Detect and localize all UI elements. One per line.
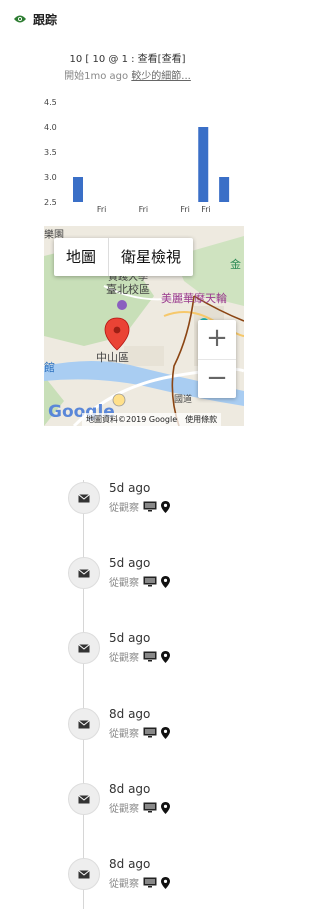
timeline-event[interactable]: 8d ago 從觀察 (68, 782, 248, 843)
map-attribution: 地圖資料©2019 Google 使用條款 (82, 413, 222, 426)
zoom-out-button[interactable]: − (198, 360, 236, 399)
x-tick-label: Fri (201, 205, 211, 214)
desktop-icon (143, 802, 157, 813)
event-source: 從觀察 (109, 574, 170, 589)
map-data-credit: 地圖資料©2019 Google (86, 415, 178, 424)
event-time: 5d ago (109, 556, 151, 570)
summary-since-text: 開始1mo ago (64, 71, 132, 82)
event-time: 8d ago (109, 782, 151, 796)
location-pin-icon (161, 801, 170, 814)
desktop-icon (143, 501, 157, 512)
event-source-text: 從觀察 (109, 578, 139, 589)
event-time: 8d ago (109, 857, 151, 871)
zoom-control: + − (198, 320, 236, 398)
event-source: 從觀察 (109, 725, 170, 740)
y-tick-label: 3.0 (44, 173, 57, 182)
envelope-icon (68, 708, 100, 740)
zoom-in-button[interactable]: + (198, 320, 236, 360)
location-pin-icon (161, 726, 170, 739)
chart-bar (198, 127, 209, 202)
eye-icon (14, 15, 26, 23)
location-pin-icon (161, 575, 170, 588)
header-title: 跟踪 (33, 12, 58, 27)
tracking-header: 跟踪 (14, 10, 57, 28)
map-label-district: 中山區 (96, 351, 129, 364)
desktop-icon (143, 877, 157, 888)
desktop-icon (143, 576, 157, 587)
map-type-control: 地圖 衛星檢視 (54, 238, 194, 276)
timeline-event[interactable]: 5d ago 從觀察 (68, 556, 248, 617)
timeline-event[interactable]: 8d ago 從觀察 (68, 707, 248, 768)
x-tick-label: Fri (180, 205, 190, 214)
satellite-view-button[interactable]: 衛星檢視 (108, 238, 193, 276)
envelope-icon (68, 557, 100, 589)
x-tick-label: Fri (139, 205, 149, 214)
y-tick-label: 4.0 (44, 123, 57, 132)
envelope-icon (68, 783, 100, 815)
event-source: 從觀察 (109, 800, 170, 815)
event-source-text: 從觀察 (109, 503, 139, 514)
location-pin-icon (161, 500, 170, 513)
event-time: 8d ago (109, 707, 151, 721)
event-time: 5d ago (109, 631, 151, 645)
map-label-school: 臺北校區 (106, 283, 150, 296)
timeline-line (83, 480, 84, 909)
y-tick-label: 2.5 (44, 198, 57, 207)
map-label-road: 國道 (174, 395, 193, 405)
chart-bar (219, 177, 230, 202)
terms-link[interactable]: 使用條款 (185, 415, 217, 424)
map-label-right: 金 (230, 258, 241, 271)
event-source: 從觀察 (109, 499, 170, 514)
chart-bar (73, 177, 83, 202)
desktop-icon (143, 651, 157, 662)
event-source-text: 從觀察 (109, 653, 139, 664)
desktop-icon (143, 727, 157, 738)
envelope-icon (68, 482, 100, 514)
envelope-icon (68, 632, 100, 664)
location-pin-icon (161, 876, 170, 889)
y-tick-label: 4.5 (44, 98, 57, 107)
location-map[interactable]: 貫踐大學 臺北校區 美麗華摩天輪 中山區 館 樂園 金 國道 Google 地圖… (44, 226, 244, 426)
timeline-event[interactable]: 8d ago 從觀察 (68, 857, 248, 918)
event-source-text: 從觀察 (109, 729, 139, 740)
timeline-event[interactable]: 5d ago 從觀察 (68, 631, 248, 692)
summary-counts: 10 [ 10 @ 1 : 查看[查看] (69, 54, 186, 65)
map-view-button[interactable]: 地圖 (54, 238, 108, 276)
y-tick-label: 3.5 (44, 148, 57, 157)
activity-bar-chart: 4.5 4.0 3.5 3.0 2.5 Fri Fri Fri Fri (44, 98, 230, 214)
timeline-event[interactable]: 5d ago 從觀察 (68, 481, 248, 542)
envelope-icon (68, 858, 100, 890)
event-source: 從觀察 (109, 649, 170, 664)
event-source-text: 從觀察 (109, 879, 139, 890)
event-source: 從觀察 (109, 875, 170, 890)
map-label-left: 館 (44, 361, 55, 374)
map-label-ferris: 美麗華摩天輪 (161, 292, 227, 305)
event-source-text: 從觀察 (109, 804, 139, 815)
location-pin-icon (161, 650, 170, 663)
less-detail-link[interactable]: 較少的細節... (131, 71, 191, 82)
summary-since: 開始1mo ago 較少的細節... (0, 67, 255, 82)
event-time: 5d ago (109, 481, 151, 495)
x-tick-label: Fri (97, 205, 107, 214)
